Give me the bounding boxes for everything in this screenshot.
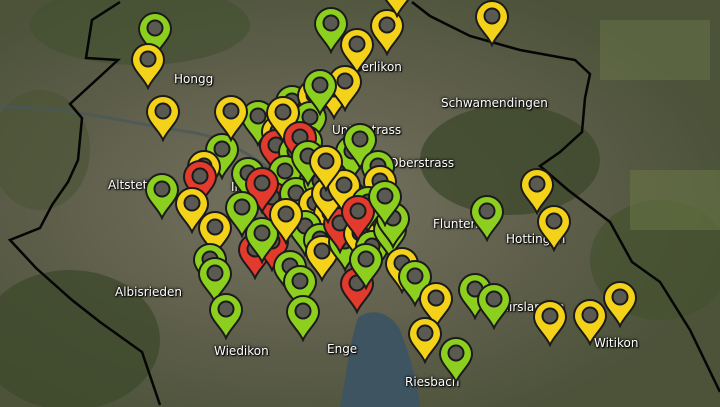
map-pin-icon — [384, 0, 410, 18]
map-pin-icon — [130, 43, 166, 90]
map-marker-yellow[interactable] — [129, 42, 167, 90]
map-pin-icon — [469, 195, 505, 242]
map-marker-green[interactable] — [468, 194, 506, 242]
map-marker-yellow[interactable] — [473, 0, 511, 47]
map-marker-yellow[interactable] — [212, 94, 250, 142]
map-marker-green[interactable] — [223, 190, 261, 238]
map-marker-green[interactable] — [284, 294, 322, 342]
map-pin-icon — [302, 69, 338, 116]
map-marker-green[interactable] — [207, 292, 245, 340]
map-pin-icon — [348, 243, 384, 290]
map-marker-yellow[interactable] — [601, 280, 639, 328]
map-pin-icon — [474, 0, 510, 47]
map-pin-icon — [285, 295, 321, 342]
map-marker-yellow[interactable] — [267, 197, 305, 245]
map-marker-yellow[interactable] — [535, 204, 573, 252]
map-marker-green[interactable] — [347, 242, 385, 290]
map-marker-yellow[interactable] — [307, 144, 345, 192]
map-pin-icon — [367, 180, 403, 227]
map-pin-icon — [476, 283, 512, 330]
map-pin-icon — [308, 145, 344, 192]
map-pin-icon — [208, 293, 244, 340]
map-marker-yellow[interactable] — [144, 94, 182, 142]
map-pin-icon — [536, 205, 572, 252]
map-pin-icon — [268, 198, 304, 245]
map-pin-icon — [145, 95, 181, 142]
map-pin-icon — [438, 337, 474, 384]
map-marker-green[interactable] — [437, 336, 475, 384]
map-marker-green[interactable] — [366, 179, 404, 227]
map-marker-green[interactable] — [475, 282, 513, 330]
map-marker-yellow[interactable] — [378, 0, 416, 18]
map-pin-icon — [532, 300, 568, 347]
map-pin-icon — [224, 191, 260, 238]
map-marker-yellow[interactable] — [531, 299, 569, 347]
map-pin-icon — [602, 281, 638, 328]
map-pin-icon — [213, 95, 249, 142]
map-marker-green[interactable] — [301, 68, 339, 116]
map-view[interactable]: Hongg Oerlikon Schwamendingen Unterstras… — [0, 0, 720, 407]
